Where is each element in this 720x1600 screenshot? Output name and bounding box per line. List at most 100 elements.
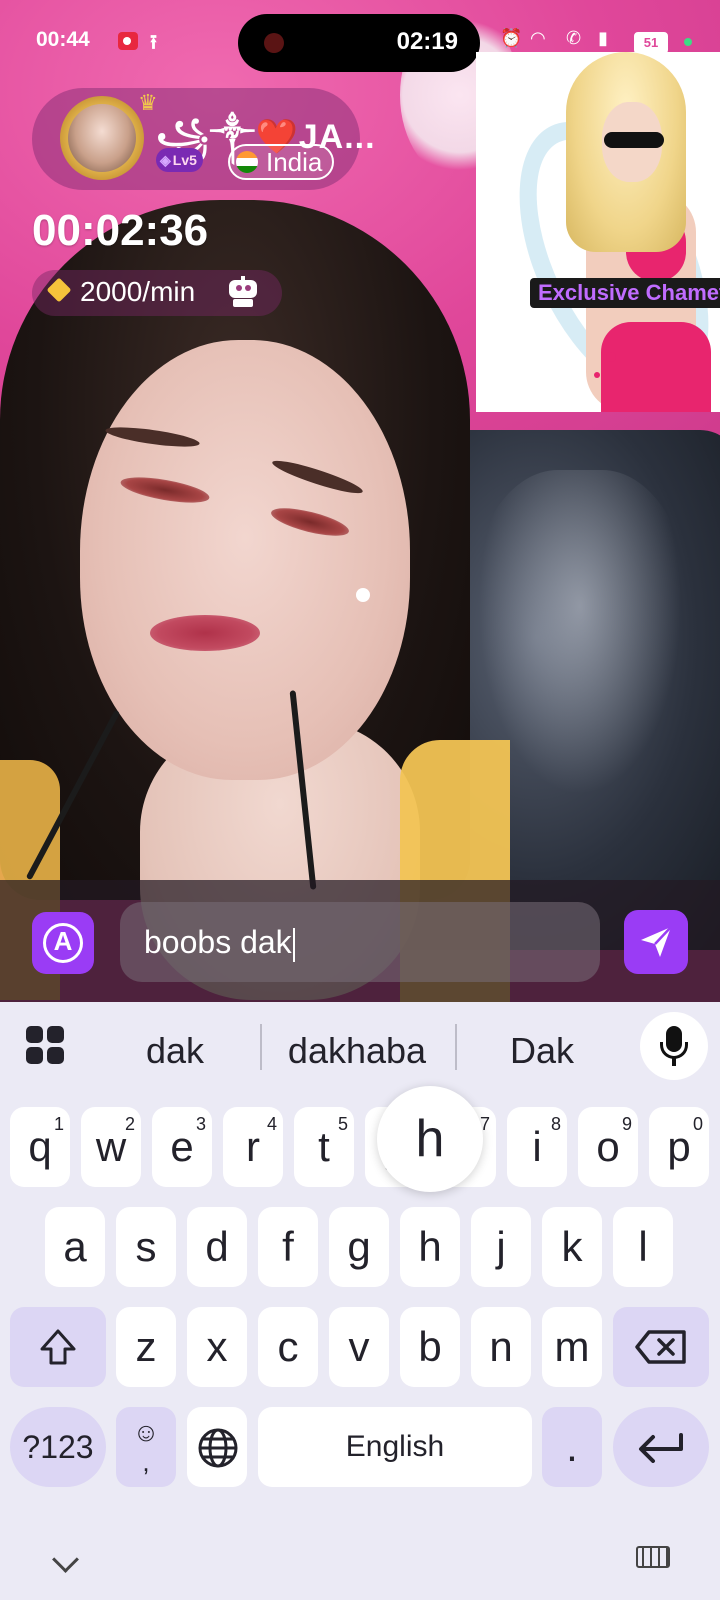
battery-icon: 51 — [634, 32, 668, 54]
shift-icon — [40, 1329, 76, 1365]
key-d[interactable]: d — [187, 1207, 247, 1287]
enter-key[interactable] — [613, 1407, 709, 1487]
call-indicator-time: 02:19 — [396, 28, 458, 55]
emoji-icon: ☺ — [132, 1417, 160, 1447]
key-p[interactable]: p0 — [649, 1107, 709, 1187]
key-press-popup: h — [377, 1086, 483, 1192]
message-input-value: boobs dak — [144, 924, 292, 960]
key-i[interactable]: i8 — [507, 1107, 567, 1187]
key-x[interactable]: x — [187, 1307, 247, 1387]
shift-key[interactable] — [10, 1307, 106, 1387]
key-label: o — [596, 1123, 620, 1170]
suggestion-3[interactable]: Dak — [470, 1030, 614, 1072]
comma-label: , — [142, 1447, 150, 1477]
avatar[interactable]: ♛ — [60, 90, 158, 180]
rate-text: 2000/min — [80, 276, 196, 307]
key-label: t — [318, 1123, 330, 1170]
symbols-key[interactable]: ?123 — [10, 1407, 106, 1487]
text-caret — [292, 927, 295, 962]
privacy-dot-icon — [684, 38, 692, 46]
key-a[interactable]: a — [45, 1207, 105, 1287]
key-label: q — [28, 1123, 52, 1170]
key-hint: 9 — [621, 1114, 632, 1134]
message-input[interactable]: boobs dak — [120, 902, 600, 982]
globe-icon — [198, 1428, 238, 1468]
country-badge: India — [228, 144, 335, 180]
host-lips — [150, 615, 260, 651]
crown-icon: ♛ — [138, 90, 158, 115]
suggestion-divider — [260, 1024, 262, 1070]
key-r[interactable]: r4 — [223, 1107, 283, 1187]
key-label: e — [170, 1123, 194, 1170]
key-label: i — [532, 1123, 542, 1170]
suggestion-divider — [455, 1024, 457, 1070]
key-q[interactable]: q1 — [10, 1107, 70, 1187]
call-duration: 00:02:36 — [32, 206, 209, 255]
level-badge: ◈ Lv5 — [156, 148, 203, 172]
wifi-icon: ◠ — [530, 28, 546, 48]
microphone-button[interactable] — [640, 1012, 708, 1080]
key-label: w — [95, 1123, 127, 1170]
host-info-card[interactable]: ♛ ꧁༒❤️JA... ◈ Lv5 India — [32, 88, 375, 190]
screen-record-icon — [118, 32, 138, 50]
suggestion-2[interactable]: dakhaba — [270, 1030, 444, 1072]
recording-dot-icon — [264, 33, 284, 53]
key-v[interactable]: v — [329, 1307, 389, 1387]
backspace-key[interactable] — [613, 1307, 709, 1387]
robot-icon[interactable] — [226, 276, 260, 308]
send-button[interactable] — [624, 910, 688, 974]
key-hint: 1 — [53, 1114, 64, 1134]
enter-icon — [639, 1433, 683, 1463]
call-icon: ✆ — [566, 28, 582, 48]
emoji-key[interactable]: ☺ , — [116, 1407, 176, 1487]
key-b[interactable]: b — [400, 1307, 460, 1387]
host-earring — [356, 588, 370, 602]
key-hint: 2 — [124, 1114, 135, 1134]
key-hint: 0 — [692, 1114, 703, 1134]
status-time: 00:44 — [36, 28, 90, 51]
keyboard — [0, 1002, 720, 1600]
pip-label: Exclusive Chamet — [530, 278, 720, 308]
key-m[interactable]: m — [542, 1307, 602, 1387]
apps-grid-icon[interactable] — [26, 1026, 66, 1066]
key-t[interactable]: t5 — [294, 1107, 354, 1187]
signal-icon: ▮ — [598, 28, 608, 48]
key-j[interactable]: j — [471, 1207, 531, 1287]
sunglasses-icon — [604, 132, 664, 148]
key-w[interactable]: w2 — [81, 1107, 141, 1187]
pip-promo-window[interactable]: Exclusive Chamet — [476, 52, 720, 412]
key-z[interactable]: z — [116, 1307, 176, 1387]
india-flag-icon — [236, 151, 258, 173]
key-hint: 4 — [266, 1114, 277, 1134]
key-o[interactable]: o9 — [578, 1107, 638, 1187]
translate-button[interactable]: A — [32, 912, 94, 974]
key-h[interactable]: h — [400, 1207, 460, 1287]
key-label: r — [246, 1123, 260, 1170]
suggestion-1[interactable]: dak — [110, 1030, 240, 1072]
key-g[interactable]: g — [329, 1207, 389, 1287]
diamond-icon — [46, 277, 72, 303]
pip-splash — [594, 372, 600, 378]
country-name: India — [266, 147, 323, 177]
period-key[interactable]: . — [542, 1407, 602, 1487]
pip-figure-suit — [601, 322, 711, 412]
pip-splash — [606, 352, 616, 362]
key-k[interactable]: k — [542, 1207, 602, 1287]
key-l[interactable]: l — [613, 1207, 673, 1287]
level-text: Lv5 — [172, 152, 197, 168]
alarm-icon: ⏰ — [500, 28, 523, 48]
key-f[interactable]: f — [258, 1207, 318, 1287]
call-indicator-pill[interactable]: 02:19 — [238, 14, 480, 72]
key-n[interactable]: n — [471, 1307, 531, 1387]
space-key[interactable]: English — [258, 1407, 532, 1487]
avatar-image — [68, 104, 136, 172]
key-hint: 3 — [195, 1114, 206, 1134]
translate-glyph: A — [53, 926, 73, 956]
send-icon — [641, 926, 672, 957]
language-key[interactable] — [187, 1407, 247, 1487]
key-s[interactable]: s — [116, 1207, 176, 1287]
key-e[interactable]: e3 — [152, 1107, 212, 1187]
key-c[interactable]: c — [258, 1307, 318, 1387]
keyboard-switch-icon[interactable] — [636, 1546, 670, 1568]
host-face — [80, 340, 410, 780]
